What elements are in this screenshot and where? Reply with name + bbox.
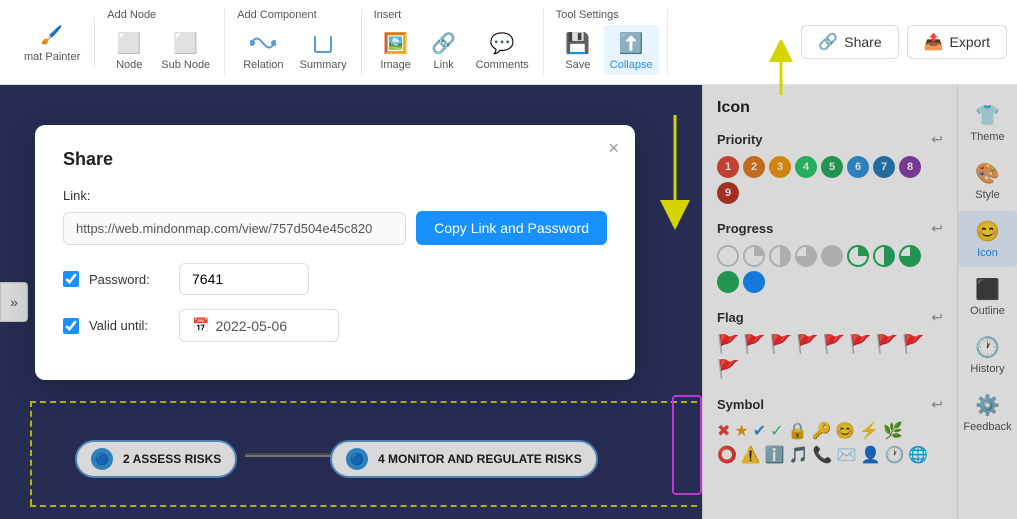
export-icon: 📤 (924, 32, 944, 52)
toolbar-group-add-component: Add Component Relation Summary (229, 9, 361, 75)
summary-label: Summary (300, 59, 347, 71)
collapse-icon: ⬆️ (617, 29, 645, 57)
node-icon: ⬜ (115, 29, 143, 57)
add-node-group-label: Add Node (107, 9, 156, 21)
toolbar-items-insert: 🖼️ Image 🔗 Link 💬 Comments (374, 25, 535, 75)
toolbar: 🖌️ mat Painter Add Node ⬜ Node ⬜ Sub Nod… (0, 0, 1017, 85)
toolbar-items-tool-settings: 💾 Save ⬆️ Collapse (556, 25, 659, 75)
link-button[interactable]: 🔗 Link (422, 25, 466, 75)
toolbar-group-add-node: Add Node ⬜ Node ⬜ Sub Node (99, 9, 225, 75)
save-label: Save (565, 59, 590, 71)
sub-node-icon: ⬜ (172, 29, 200, 57)
link-input[interactable] (63, 212, 406, 245)
save-button[interactable]: 💾 Save (556, 25, 600, 75)
image-icon: 🖼️ (382, 29, 410, 57)
format-painter-icon: 🖌️ (38, 21, 66, 49)
toolbar-group-format: 🖌️ mat Painter (10, 17, 95, 67)
calendar-icon: 📅 (192, 317, 209, 334)
node-label: Node (116, 59, 142, 71)
comments-icon: 💬 (488, 29, 516, 57)
save-icon: 💾 (564, 29, 592, 57)
summary-button[interactable]: Summary (294, 25, 353, 75)
sub-node-label: Sub Node (161, 59, 210, 71)
modal-title: Share (63, 149, 607, 170)
format-painter-label: mat Painter (24, 51, 80, 63)
share-label: Share (844, 34, 881, 50)
export-label: Export (950, 34, 990, 50)
link-label: Link: (63, 188, 607, 203)
add-component-group-label: Add Component (237, 9, 317, 21)
link-row: Copy Link and Password (63, 211, 607, 245)
relation-button[interactable]: Relation (237, 25, 289, 75)
format-painter-button[interactable]: 🖌️ mat Painter (18, 17, 86, 67)
relation-icon (249, 29, 277, 57)
export-button[interactable]: 📤 Export (907, 25, 1007, 59)
password-label: Password: (89, 272, 169, 287)
password-row: Password: (63, 263, 607, 295)
date-input[interactable]: 📅 2022-05-06 (179, 309, 339, 342)
link-label: Link (434, 59, 454, 71)
node-button[interactable]: ⬜ Node (107, 25, 151, 75)
modal-overlay: Share × Link: Copy Link and Password Pas… (0, 85, 1017, 519)
tool-settings-group-label: Tool Settings (556, 9, 619, 21)
link-icon: 🔗 (430, 29, 458, 57)
collapse-label: Collapse (610, 59, 653, 71)
date-value: 2022-05-06 (215, 318, 287, 334)
image-label: Image (380, 59, 411, 71)
toolbar-group-tool-settings: Tool Settings 💾 Save ⬆️ Collapse (548, 9, 668, 75)
share-button[interactable]: 🔗 Share (801, 25, 898, 59)
modal-close-button[interactable]: × (608, 139, 619, 157)
toolbar-items-add-node: ⬜ Node ⬜ Sub Node (107, 25, 216, 75)
valid-until-checkbox[interactable] (63, 318, 79, 334)
valid-until-row: Valid until: 📅 2022-05-06 (63, 309, 607, 342)
insert-group-label: Insert (374, 9, 402, 21)
share-icon: 🔗 (818, 32, 838, 52)
relation-label: Relation (243, 59, 283, 71)
valid-until-label: Valid until: (89, 318, 169, 333)
comments-button[interactable]: 💬 Comments (470, 25, 535, 75)
sub-node-button[interactable]: ⬜ Sub Node (155, 25, 216, 75)
toolbar-items-add-component: Relation Summary (237, 25, 352, 75)
collapse-button[interactable]: ⬆️ Collapse (604, 25, 659, 75)
toolbar-group-insert: Insert 🖼️ Image 🔗 Link 💬 Comments (366, 9, 544, 75)
password-checkbox[interactable] (63, 271, 79, 287)
canvas-area: » 🔵 2 ASSESS RISKS 🔵 4 MONITOR AND REGUL… (0, 85, 1017, 519)
share-modal: Share × Link: Copy Link and Password Pas… (35, 125, 635, 380)
password-input[interactable] (179, 263, 309, 295)
comments-label: Comments (476, 59, 529, 71)
header-actions: 🔗 Share 📤 Export (801, 25, 1007, 59)
summary-icon (309, 29, 337, 57)
toolbar-items-format: 🖌️ mat Painter (18, 17, 86, 67)
copy-link-button[interactable]: Copy Link and Password (416, 211, 607, 245)
image-button[interactable]: 🖼️ Image (374, 25, 418, 75)
